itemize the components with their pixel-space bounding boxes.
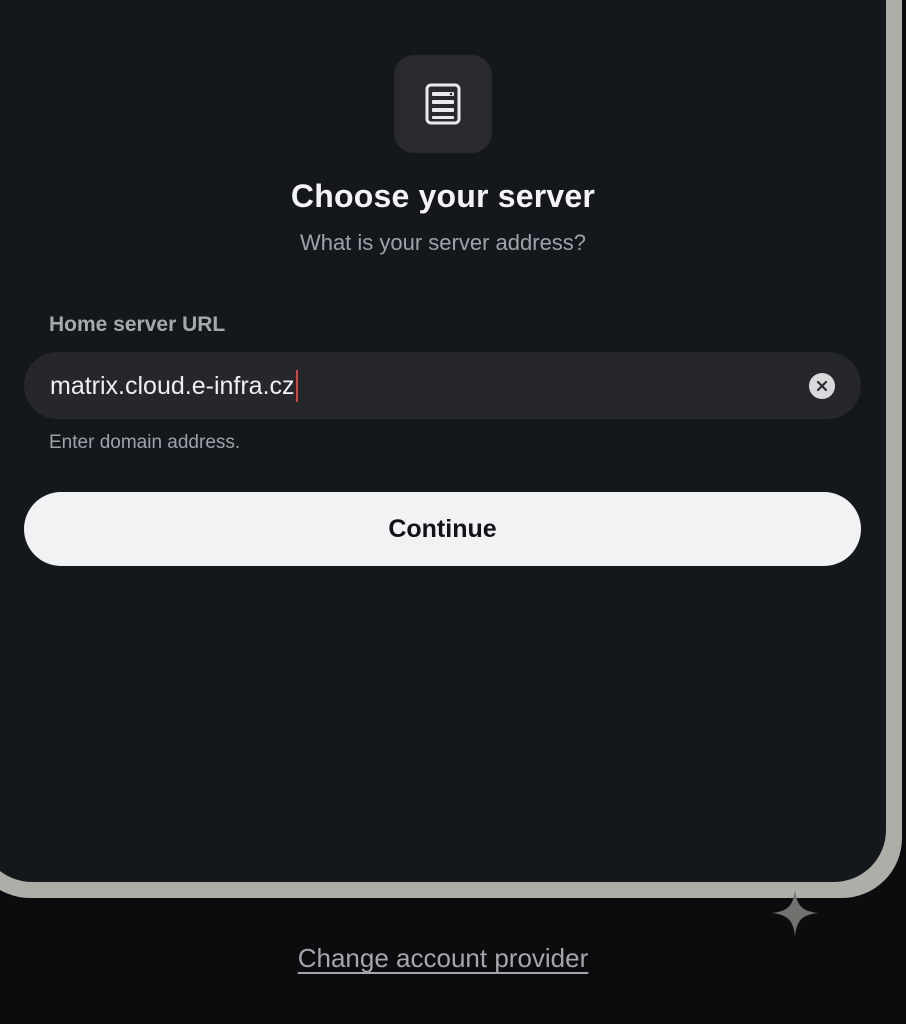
continue-button-label: Continue: [388, 514, 497, 543]
home-server-url-value-wrap[interactable]: matrix.cloud.e-infra.cz: [50, 370, 298, 402]
change-account-provider-link[interactable]: Change account provider: [0, 943, 886, 974]
url-hint: Enter domain address.: [49, 432, 241, 453]
page-title: Choose your server: [290, 178, 596, 214]
text-caret: [295, 370, 298, 402]
clear-input-button[interactable]: [809, 373, 835, 399]
home-server-url-label: Home server URL: [49, 313, 226, 336]
home-server-url-value[interactable]: matrix.cloud.e-infra.cz: [50, 372, 295, 400]
page-subtitle: What is your server address?: [299, 230, 587, 255]
home-server-url-input[interactable]: matrix.cloud.e-infra.cz: [24, 352, 861, 419]
continue-button[interactable]: Continue: [24, 492, 861, 566]
close-icon: [816, 380, 828, 392]
screen: Choose your server What is your server a…: [0, 0, 906, 1024]
server-icon-glyph: [425, 83, 461, 125]
server-icon: [394, 55, 492, 153]
sparkle-icon: [772, 890, 818, 936]
